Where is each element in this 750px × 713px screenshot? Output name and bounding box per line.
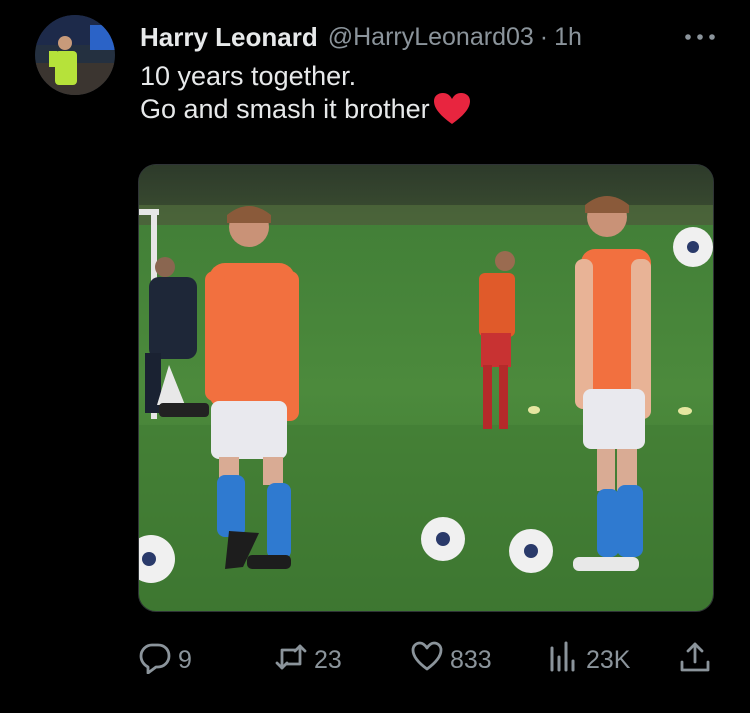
- repost-button[interactable]: 23: [274, 640, 342, 680]
- tweet-text-line-1: 10 years together.: [140, 61, 357, 91]
- heart-icon: [410, 640, 444, 681]
- separator-dot: ·: [539, 22, 549, 51]
- views-button[interactable]: 23K: [546, 640, 630, 680]
- avatar[interactable]: [35, 15, 115, 95]
- more-horizontal-icon[interactable]: [680, 24, 720, 50]
- reply-icon: [138, 640, 172, 681]
- display-name[interactable]: Harry Leonard: [140, 22, 318, 53]
- like-button[interactable]: 833: [410, 640, 492, 680]
- tweet-text-line-2: Go and smash it brother: [140, 92, 720, 126]
- repost-icon: [274, 640, 308, 681]
- share-button[interactable]: [678, 640, 712, 680]
- media-photo[interactable]: [138, 164, 714, 612]
- like-count: 833: [450, 645, 492, 674]
- repost-count: 23: [314, 645, 342, 674]
- user-handle[interactable]: @HarryLeonard03: [328, 23, 534, 52]
- tweet-text-line-2-text: Go and smash it brother: [140, 94, 430, 124]
- reply-button[interactable]: 9: [138, 640, 192, 680]
- reply-count: 9: [178, 645, 192, 674]
- red-heart-emoji: [432, 92, 472, 126]
- tweet-header: Harry Leonard @HarryLeonard03 · 1h: [140, 20, 720, 54]
- tweet-text: 10 years together. Go and smash it broth…: [140, 60, 720, 126]
- views-count: 23K: [586, 645, 631, 674]
- tweet[interactable]: Harry Leonard @HarryLeonard03 · 1h 10 ye…: [0, 0, 750, 713]
- action-bar: 9 23 833 23K: [138, 640, 718, 680]
- timestamp[interactable]: 1h: [554, 23, 582, 52]
- views-chart-icon: [546, 640, 580, 681]
- share-icon: [678, 640, 712, 681]
